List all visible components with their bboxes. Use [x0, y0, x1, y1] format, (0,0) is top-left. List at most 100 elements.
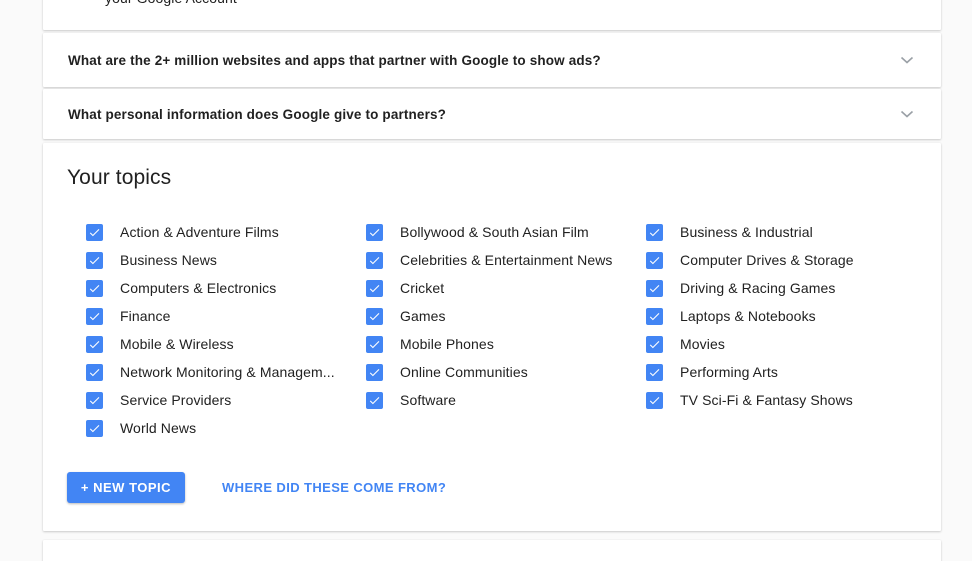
checkbox-checked[interactable]: [86, 391, 103, 409]
checkbox-checked[interactable]: [86, 419, 103, 437]
topics-columns: Action & Adventure Films Business News C…: [86, 218, 926, 442]
topic-item: Celebrities & Entertainment News: [366, 246, 646, 274]
topic-label: Laptops & Notebooks: [680, 308, 816, 324]
topic-item: TV Sci-Fi & Fantasy Shows: [646, 386, 926, 414]
topic-label: Movies: [680, 336, 725, 352]
checkbox-checked[interactable]: [86, 223, 103, 241]
scrolled-card: your Google Account: [43, 0, 941, 30]
topic-item: Business News: [86, 246, 366, 274]
topic-item: Network Monitoring & Managem...: [86, 358, 366, 386]
checkbox-checked[interactable]: [646, 251, 663, 269]
checkbox-checked[interactable]: [366, 335, 383, 353]
topics-column-3: Business & Industrial Computer Drives & …: [646, 218, 926, 442]
topic-item: Service Providers: [86, 386, 366, 414]
checkbox-checked[interactable]: [86, 335, 103, 353]
topic-item: Software: [366, 386, 646, 414]
check-icon: [89, 284, 100, 292]
check-icon: [649, 256, 660, 264]
partial-paragraph-text: your Google Account: [105, 0, 237, 8]
check-icon: [89, 424, 100, 432]
topic-item: Cricket: [366, 274, 646, 302]
new-topic-button[interactable]: + NEW TOPIC: [67, 472, 185, 503]
topic-label: Mobile Phones: [400, 336, 494, 352]
check-icon: [369, 368, 380, 376]
check-icon: [89, 340, 100, 348]
faq-panel-partner-websites[interactable]: What are the 2+ million websites and app…: [43, 33, 941, 87]
checkbox-checked[interactable]: [366, 223, 383, 241]
topics-column-2: Bollywood & South Asian Film Celebrities…: [366, 218, 646, 442]
topic-label: Celebrities & Entertainment News: [400, 252, 613, 268]
topic-label: Network Monitoring & Managem...: [120, 364, 335, 380]
check-icon: [369, 340, 380, 348]
checkbox-checked[interactable]: [366, 251, 383, 269]
topic-label: Software: [400, 392, 457, 408]
topic-label: Games: [400, 308, 446, 324]
ads-settings-page: your Google Account What are the 2+ mill…: [0, 0, 972, 561]
check-icon: [649, 228, 660, 236]
check-icon: [369, 312, 380, 320]
chevron-down-icon[interactable]: [899, 52, 915, 68]
topic-label: Business News: [120, 252, 218, 268]
checkbox-checked[interactable]: [86, 279, 103, 297]
topic-label: Finance: [120, 308, 171, 324]
check-icon: [89, 368, 100, 376]
check-icon: [89, 312, 100, 320]
topic-item: Finance: [86, 302, 366, 330]
checkbox-checked[interactable]: [646, 307, 663, 325]
page-title: Your topics: [67, 166, 172, 189]
checkbox-checked[interactable]: [646, 223, 663, 241]
faq-panel-personal-info[interactable]: What personal information does Google gi…: [43, 89, 941, 139]
topic-label: Service Providers: [120, 392, 232, 408]
checkbox-checked[interactable]: [366, 363, 383, 381]
topic-item: Computers & Electronics: [86, 274, 366, 302]
faq-question: What are the 2+ million websites and app…: [68, 52, 601, 68]
topic-label: Action & Adventure Films: [120, 224, 279, 240]
topic-item: Mobile & Wireless: [86, 330, 366, 358]
topic-label: Business & Industrial: [680, 224, 813, 240]
checkbox-checked[interactable]: [646, 335, 663, 353]
topics-column-1: Action & Adventure Films Business News C…: [86, 218, 366, 442]
checkbox-checked[interactable]: [366, 279, 383, 297]
checkbox-checked[interactable]: [646, 363, 663, 381]
check-icon: [649, 368, 660, 376]
check-icon: [89, 228, 100, 236]
topic-item: Movies: [646, 330, 926, 358]
topic-item: Action & Adventure Films: [86, 218, 366, 246]
checkbox-checked[interactable]: [646, 391, 663, 409]
topic-item: Laptops & Notebooks: [646, 302, 926, 330]
topic-label: Driving & Racing Games: [680, 280, 836, 296]
topic-label: Performing Arts: [680, 364, 778, 380]
topic-label: Mobile & Wireless: [120, 336, 234, 352]
topic-item: Bollywood & South Asian Film: [366, 218, 646, 246]
checkbox-checked[interactable]: [86, 307, 103, 325]
checkbox-checked[interactable]: [366, 307, 383, 325]
topic-label: Bollywood & South Asian Film: [400, 224, 589, 240]
check-icon: [369, 284, 380, 292]
topic-label: Computers & Electronics: [120, 280, 277, 296]
check-icon: [369, 256, 380, 264]
topic-label: World News: [120, 420, 197, 436]
topic-item: Computer Drives & Storage: [646, 246, 926, 274]
faq-question: What personal information does Google gi…: [68, 106, 447, 122]
check-icon: [649, 312, 660, 320]
where-did-these-come-from-link[interactable]: WHERE DID THESE COME FROM?: [222, 472, 446, 503]
checkbox-checked[interactable]: [366, 391, 383, 409]
check-icon: [89, 256, 100, 264]
topic-item: Driving & Racing Games: [646, 274, 926, 302]
topic-item: Mobile Phones: [366, 330, 646, 358]
topic-item: Performing Arts: [646, 358, 926, 386]
topic-label: TV Sci-Fi & Fantasy Shows: [680, 392, 853, 408]
topic-item: Online Communities: [366, 358, 646, 386]
check-icon: [649, 340, 660, 348]
check-icon: [649, 284, 660, 292]
check-icon: [369, 228, 380, 236]
checkbox-checked[interactable]: [646, 279, 663, 297]
topic-label: Computer Drives & Storage: [680, 252, 854, 268]
topic-label: Cricket: [400, 280, 445, 296]
checkbox-checked[interactable]: [86, 251, 103, 269]
topic-item: Games: [366, 302, 646, 330]
chevron-down-icon[interactable]: [899, 106, 915, 122]
check-icon: [89, 396, 100, 404]
topic-item: World News: [86, 414, 366, 442]
checkbox-checked[interactable]: [86, 363, 103, 381]
